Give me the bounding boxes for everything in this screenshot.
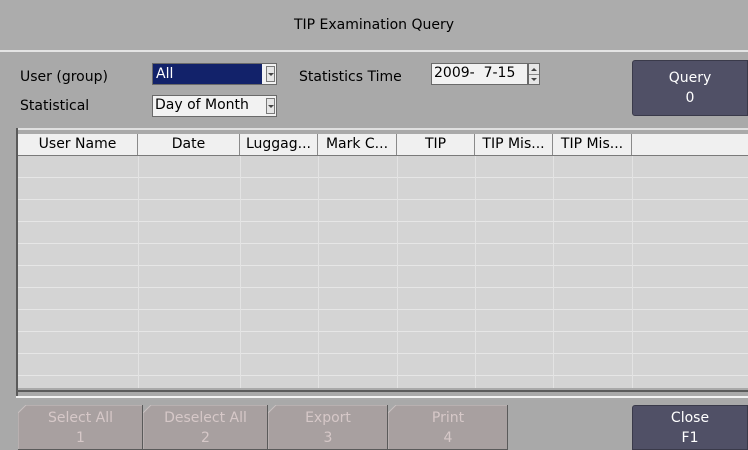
results-table[interactable]: User Name Date Luggag... Mark C... TIP T… — [18, 134, 748, 388]
table-frame-top — [18, 128, 748, 130]
column-header-tip-missed-2[interactable]: TIP Mis... — [553, 134, 632, 155]
export-key: 3 — [323, 429, 333, 446]
row-divider — [18, 375, 748, 376]
query-button[interactable]: Query 0 — [632, 60, 748, 116]
column-divider — [632, 156, 633, 388]
print-button[interactable]: Print 4 — [388, 405, 508, 450]
print-label: Print — [431, 409, 465, 426]
statistical-value: Day of Month — [155, 97, 249, 113]
export-label: Export — [305, 409, 351, 426]
column-header-tip[interactable]: TIP — [397, 134, 475, 155]
table-frame-bottom-highlight — [16, 396, 748, 398]
stat-time-field[interactable]: 2009- 7-15 — [431, 63, 528, 85]
column-header-user-name[interactable]: User Name — [18, 134, 138, 155]
row-divider — [18, 177, 748, 178]
column-header-mark-count[interactable]: Mark C... — [318, 134, 397, 155]
query-button-key: 0 — [685, 90, 695, 106]
column-header-tip-missed-1[interactable]: TIP Mis... — [475, 134, 553, 155]
window-title-bar: TIP Examination Query — [0, 0, 748, 50]
deselect-all-label: Deselect All — [164, 409, 247, 426]
column-header-blank — [632, 134, 748, 155]
user-group-value: All — [153, 64, 262, 84]
select-all-button[interactable]: Select All 1 — [18, 405, 143, 450]
select-all-label: Select All — [48, 409, 113, 426]
title-divider — [0, 50, 748, 52]
stat-time-label: Statistics Time — [299, 69, 402, 85]
column-divider — [475, 156, 476, 388]
table-header: User Name Date Luggag... Mark C... TIP T… — [18, 134, 748, 156]
user-group-select[interactable]: All — [152, 63, 277, 85]
close-button[interactable]: Close F1 — [632, 405, 748, 450]
window-title: TIP Examination Query — [293, 17, 455, 33]
row-divider — [18, 353, 748, 354]
chevron-down-icon[interactable] — [266, 98, 275, 114]
row-divider — [18, 331, 748, 332]
close-key: F1 — [681, 429, 699, 446]
date-spinner[interactable] — [528, 63, 540, 85]
spin-down-icon[interactable] — [529, 74, 539, 84]
statistical-label: Statistical — [20, 98, 90, 114]
column-header-luggage[interactable]: Luggag... — [240, 134, 318, 155]
column-divider — [397, 156, 398, 388]
print-key: 4 — [443, 429, 453, 446]
statistical-select[interactable]: Day of Month — [152, 95, 277, 117]
column-divider — [138, 156, 139, 388]
query-button-label: Query — [668, 70, 712, 86]
deselect-all-key: 2 — [201, 429, 210, 446]
table-frame-bottom — [16, 390, 748, 392]
row-divider — [18, 287, 748, 288]
row-divider — [18, 243, 748, 244]
column-divider — [240, 156, 241, 388]
row-divider — [18, 265, 748, 266]
user-group-label: User (group) — [20, 69, 108, 85]
row-divider — [18, 221, 748, 222]
stat-time-value: 2009- 7-15 — [434, 65, 516, 81]
column-header-date[interactable]: Date — [138, 134, 240, 155]
close-label: Close — [670, 409, 710, 426]
export-button[interactable]: Export 3 — [268, 405, 388, 450]
column-divider — [318, 156, 319, 388]
chevron-down-icon[interactable] — [266, 66, 275, 82]
row-divider — [18, 199, 748, 200]
deselect-all-button[interactable]: Deselect All 2 — [143, 405, 268, 450]
column-divider — [553, 156, 554, 388]
select-all-key: 1 — [76, 429, 85, 446]
row-divider — [18, 309, 748, 310]
